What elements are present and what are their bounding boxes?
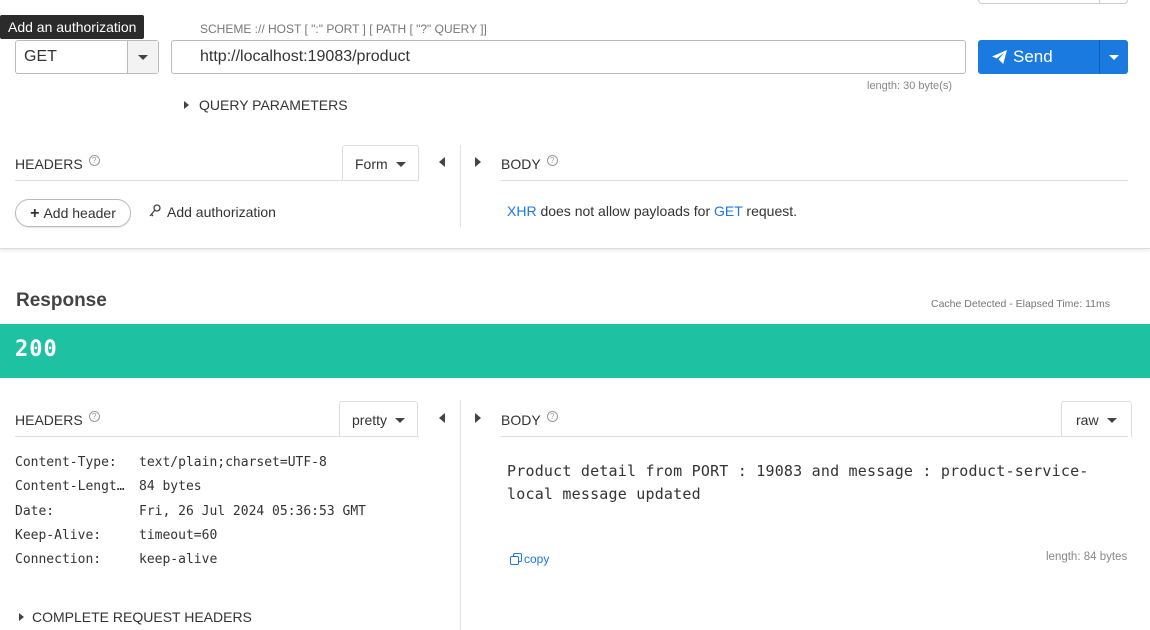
add-authorization-button[interactable]: Add authorization xyxy=(149,204,276,220)
request-split-divider[interactable] xyxy=(460,145,461,227)
collapse-left-icon[interactable] xyxy=(439,413,445,423)
response-header-row: Date: Fri, 26 Jul 2024 05:36:53 GMT xyxy=(15,504,366,528)
status-code: 200 xyxy=(15,337,58,362)
add-header-button[interactable]: + Add header xyxy=(15,199,131,227)
triangle-right-icon xyxy=(184,101,189,109)
copy-button[interactable]: copy xyxy=(510,552,549,566)
response-headers-list: Content-Type: text/plain;charset=UTF-8 Co… xyxy=(15,455,366,576)
caret-down-icon xyxy=(138,55,148,60)
header-value: text/plain;charset=UTF-8 xyxy=(139,455,327,470)
copy-label: copy xyxy=(524,552,550,566)
response-header-row: Content-Type: text/plain;charset=UTF-8 xyxy=(15,455,366,479)
method-select[interactable]: GET xyxy=(15,40,159,74)
header-value: 84 bytes xyxy=(139,479,202,495)
response-header-row: Connection: keep-alive xyxy=(15,552,366,576)
plus-icon: + xyxy=(30,205,40,222)
method-value: GET xyxy=(24,48,57,65)
request-headers-mode-dropdown[interactable]: Form xyxy=(342,145,419,181)
response-meta: Cache Detected - Elapsed Time: 11ms xyxy=(931,298,1110,310)
response-body-divider xyxy=(501,436,1128,437)
response-body-title-text: BODY xyxy=(501,412,541,428)
request-headers-title-text: HEADERS xyxy=(15,156,83,172)
send-options-toggle[interactable] xyxy=(1099,40,1128,74)
response-headers-title: HEADERS? xyxy=(15,411,100,428)
status-bar: 200 xyxy=(0,324,1150,378)
url-field[interactable] xyxy=(171,40,966,74)
caret-down-icon xyxy=(1109,55,1119,60)
response-header-row: Content-Lengt… 84 bytes xyxy=(15,479,366,503)
request-body-title-text: BODY xyxy=(501,156,541,172)
url-length: length: 30 byte(s) xyxy=(867,80,952,92)
response-body-mode-value: raw xyxy=(1076,412,1099,428)
response-split-divider[interactable] xyxy=(460,400,461,630)
copy-icon xyxy=(510,553,522,565)
caret-down-icon xyxy=(395,418,406,423)
help-icon[interactable]: ? xyxy=(88,155,100,166)
caret-down-icon xyxy=(1106,418,1117,423)
method-dropdown-toggle[interactable] xyxy=(127,41,158,73)
header-key: Connection: xyxy=(15,552,102,568)
response-header-row: Keep-Alive: timeout=60 xyxy=(15,528,366,552)
send-plane-icon xyxy=(992,50,1007,64)
caret-down-icon xyxy=(395,162,406,167)
request-headers-title: HEADERS? xyxy=(15,155,100,172)
request-body-title: BODY? xyxy=(501,155,558,172)
query-parameters-toggle[interactable]: QUERY PARAMETERS xyxy=(184,97,348,113)
url-scheme-hint: SCHEME :// HOST [ ":" PORT ] [ PATH [ "?… xyxy=(200,22,487,36)
header-key: Date: xyxy=(15,503,55,519)
complete-request-headers-label: COMPLETE REQUEST HEADERS xyxy=(32,609,252,625)
add-header-label: Add header xyxy=(43,205,116,221)
url-input[interactable] xyxy=(172,41,965,73)
response-headers-mode-dropdown[interactable]: pretty xyxy=(339,401,419,437)
complete-request-headers-toggle[interactable]: COMPLETE REQUEST HEADERS xyxy=(19,609,252,625)
response-body-text: Product detail from PORT : 19083 and mes… xyxy=(507,462,1089,503)
body-message-end: request. xyxy=(742,203,798,219)
header-key: Keep-Alive: xyxy=(15,527,102,543)
send-button[interactable]: Send xyxy=(978,40,1099,74)
request-headers-divider xyxy=(15,180,419,181)
header-key: Content-Type: xyxy=(15,455,117,470)
send-button-group: Send xyxy=(978,40,1128,74)
response-headers-title-text: HEADERS xyxy=(15,412,83,428)
request-body-divider xyxy=(501,180,1128,181)
xhr-link[interactable]: XHR xyxy=(507,203,537,219)
header-value: Fri, 26 Jul 2024 05:36:53 GMT xyxy=(139,503,366,519)
key-icon xyxy=(149,204,161,217)
tooltip: Add an authorization xyxy=(0,15,145,39)
request-headers-mode-value: Form xyxy=(355,156,388,172)
header-value: timeout=60 xyxy=(139,527,218,543)
header-value: keep-alive xyxy=(139,552,218,568)
query-parameters-label: QUERY PARAMETERS xyxy=(199,97,348,113)
expand-right-icon[interactable] xyxy=(475,413,481,423)
help-icon[interactable]: ? xyxy=(546,155,558,166)
response-body-mode-dropdown[interactable]: raw xyxy=(1061,401,1132,437)
request-panel: Add an authorization SCHEME :// HOST [ "… xyxy=(0,0,1150,249)
response-body-title: BODY? xyxy=(501,411,558,428)
request-body-message: XHR does not allow payloads for GET requ… xyxy=(507,203,797,219)
send-button-label: Send xyxy=(1013,47,1053,66)
collapse-left-icon[interactable] xyxy=(439,157,445,167)
triangle-right-icon xyxy=(19,613,24,621)
help-icon[interactable]: ? xyxy=(546,411,558,422)
response-headers-mode-value: pretty xyxy=(352,412,388,428)
help-icon[interactable]: ? xyxy=(88,411,100,422)
expand-right-icon[interactable] xyxy=(475,157,481,167)
response-body-length: length: 84 bytes xyxy=(1046,551,1128,563)
top-control-stub[interactable] xyxy=(978,0,1128,4)
method-link[interactable]: GET xyxy=(714,203,743,219)
header-key: Content-Lengt… xyxy=(15,479,125,495)
add-authorization-label: Add authorization xyxy=(167,204,276,220)
response-title: Response xyxy=(16,290,107,311)
body-message-middle: does not allow payloads for xyxy=(536,203,715,219)
response-headers-divider xyxy=(15,436,419,437)
